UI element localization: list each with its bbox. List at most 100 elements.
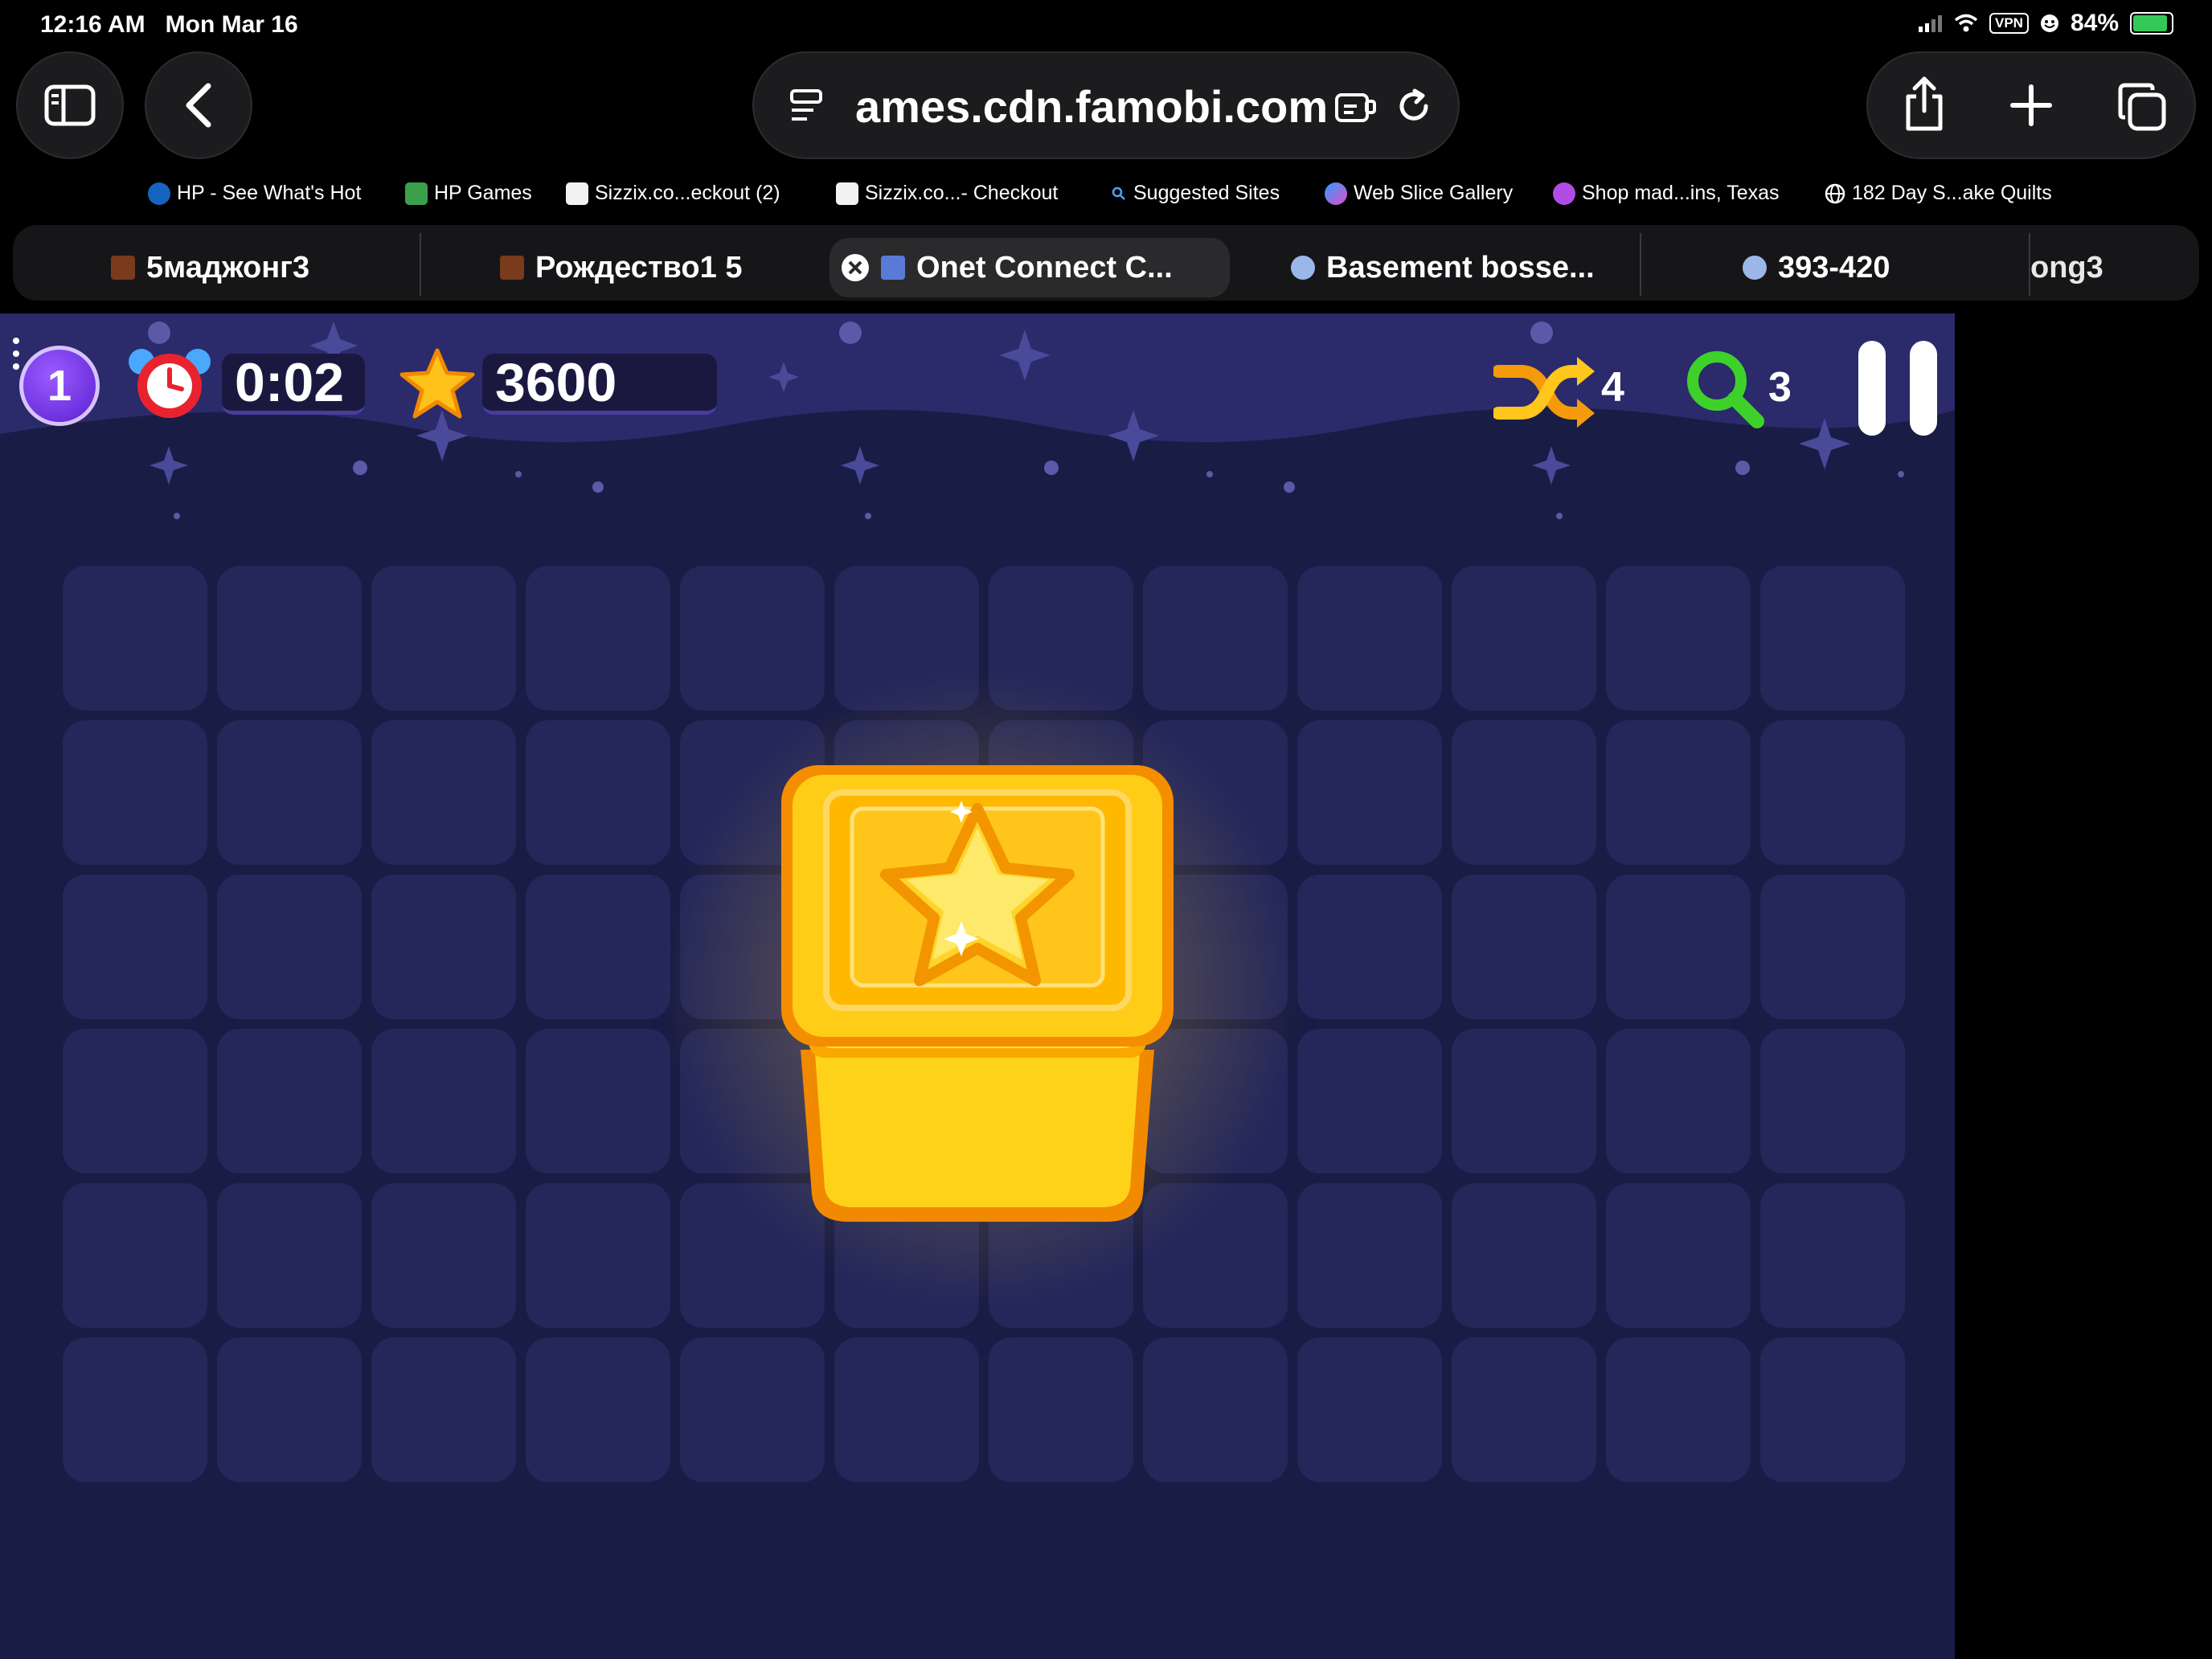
board-cell[interactable] <box>63 566 207 711</box>
tab-separator <box>1640 233 1641 296</box>
bookmark-hp-whats-hot[interactable]: HP - See What's Hot <box>148 182 361 205</box>
hint-magnifier-icon[interactable] <box>1683 347 1772 436</box>
board-cell[interactable] <box>371 1029 516 1174</box>
board-cell[interactable] <box>526 1029 670 1174</box>
game-canvas[interactable]: 1 0:02 3600 4 3 <box>0 313 1955 1659</box>
sidebar-icon <box>44 84 96 126</box>
sidebar-toggle-button[interactable] <box>16 51 124 159</box>
board-cell[interactable] <box>1760 1183 1905 1328</box>
star-icon[interactable] <box>776 760 1178 1230</box>
bookmark-sizzix-2[interactable]: Sizzix.co...- Checkout <box>836 182 1058 205</box>
bookmark-shop-mad[interactable]: Shop mad...ins, Texas <box>1553 182 1780 205</box>
score-display: 3600 <box>482 352 717 415</box>
board-cell[interactable] <box>1297 1183 1442 1328</box>
share-icon[interactable] <box>1902 76 1947 133</box>
board-cell[interactable] <box>1760 720 1905 865</box>
board-cell[interactable] <box>526 1183 670 1328</box>
board-cell[interactable] <box>1606 720 1751 865</box>
timer-display: 0:02 <box>222 352 365 415</box>
status-time: 12:16 AM Mon Mar 16 <box>40 11 298 38</box>
board-cell[interactable] <box>63 875 207 1019</box>
board-cell[interactable] <box>63 1029 207 1174</box>
board-cell[interactable] <box>371 1183 516 1328</box>
board-cell[interactable] <box>680 566 825 711</box>
level-badge: 1 <box>19 346 100 426</box>
board-cell[interactable] <box>1452 1337 1596 1482</box>
bookmark-suggested-sites[interactable]: Suggested Sites <box>1111 182 1280 205</box>
tab-favicon-icon <box>111 256 135 280</box>
board-cell[interactable] <box>1760 875 1905 1019</box>
menu-dots-icon[interactable] <box>13 338 19 376</box>
board-cell[interactable] <box>834 1337 979 1482</box>
search-icon <box>1112 186 1125 200</box>
board-cell[interactable] <box>217 566 362 711</box>
tab-basement-bosses[interactable]: Basement bosse... <box>1291 238 1595 297</box>
board-cell[interactable] <box>1760 1029 1905 1174</box>
reload-icon[interactable] <box>1395 88 1432 125</box>
board-cell[interactable] <box>63 1183 207 1328</box>
address-bar[interactable]: ames.cdn.famobi.com <box>752 51 1460 159</box>
board-cell[interactable] <box>1760 1337 1905 1482</box>
tab-onet-connect[interactable]: Onet Connect C... <box>830 238 1230 297</box>
toolbar-actions <box>1866 51 2196 159</box>
close-tab-icon[interactable] <box>841 253 870 282</box>
board-cell[interactable] <box>217 1029 362 1174</box>
board-cell[interactable] <box>217 875 362 1019</box>
bookmark-sizzix-1[interactable]: Sizzix.co...eckout (2) <box>566 182 780 205</box>
board-cell[interactable] <box>63 1337 207 1482</box>
vpn-badge: VPN <box>1989 13 2029 34</box>
board-cell[interactable] <box>1452 1183 1596 1328</box>
board-cell[interactable] <box>1452 566 1596 711</box>
board-cell[interactable] <box>989 1337 1133 1482</box>
board-cell[interactable] <box>371 875 516 1019</box>
board-cell[interactable] <box>1606 566 1751 711</box>
battery-percent: 84% <box>2070 10 2119 36</box>
tab-ong3[interactable]: ong3 <box>2030 238 2103 297</box>
extension-icon[interactable] <box>1334 88 1376 125</box>
board-cell[interactable] <box>1143 566 1288 711</box>
board-cell[interactable] <box>1760 566 1905 711</box>
board-cell[interactable] <box>1452 1029 1596 1174</box>
bookmark-hp-games[interactable]: HP Games <box>405 182 532 205</box>
tab-mahjong3[interactable]: 5маджонг3 <box>111 238 309 297</box>
tab-favicon-icon <box>1291 256 1315 280</box>
board-cell[interactable] <box>526 875 670 1019</box>
sizzix-icon <box>566 182 588 205</box>
board-cell[interactable] <box>371 566 516 711</box>
board-cell[interactable] <box>526 720 670 865</box>
alarm-clock-icon <box>129 349 211 418</box>
board-cell[interactable] <box>371 720 516 865</box>
hp-icon <box>148 182 170 205</box>
board-cell[interactable] <box>217 1183 362 1328</box>
tab-overview-icon[interactable] <box>2117 82 2167 132</box>
board-cell[interactable] <box>1606 1029 1751 1174</box>
board-cell[interactable] <box>1452 875 1596 1019</box>
board-cell[interactable] <box>1606 1337 1751 1482</box>
status-indicators: VPN 84% <box>1918 10 2173 37</box>
board-cell[interactable] <box>1143 1337 1288 1482</box>
board-cell[interactable] <box>1297 1029 1442 1174</box>
back-button[interactable] <box>145 51 252 159</box>
board-cell[interactable] <box>1606 1183 1751 1328</box>
board-cell[interactable] <box>217 720 362 865</box>
bookmark-182-day-quilts[interactable]: 182 Day S...ake Quilts <box>1825 182 2052 205</box>
new-tab-plus-icon[interactable] <box>2009 84 2053 127</box>
board-cell[interactable] <box>1297 720 1442 865</box>
board-cell[interactable] <box>1297 875 1442 1019</box>
board-cell[interactable] <box>1452 720 1596 865</box>
tab-christmas[interactable]: Рождество1 5 <box>500 238 742 297</box>
board-cell[interactable] <box>526 1337 670 1482</box>
board-cell[interactable] <box>63 720 207 865</box>
board-cell[interactable] <box>680 1337 825 1482</box>
tab-393-420[interactable]: 393-420 <box>1743 238 1890 297</box>
board-cell[interactable] <box>1297 1337 1442 1482</box>
sizzix-icon <box>836 182 858 205</box>
board-cell[interactable] <box>1606 875 1751 1019</box>
board-cell[interactable] <box>526 566 670 711</box>
board-cell[interactable] <box>371 1337 516 1482</box>
board-cell[interactable] <box>1297 566 1442 711</box>
board-cell[interactable] <box>217 1337 362 1482</box>
shuffle-icon[interactable] <box>1493 354 1598 431</box>
wifi-icon <box>1954 14 1978 32</box>
bookmark-web-slice-gallery[interactable]: Web Slice Gallery <box>1325 182 1513 205</box>
